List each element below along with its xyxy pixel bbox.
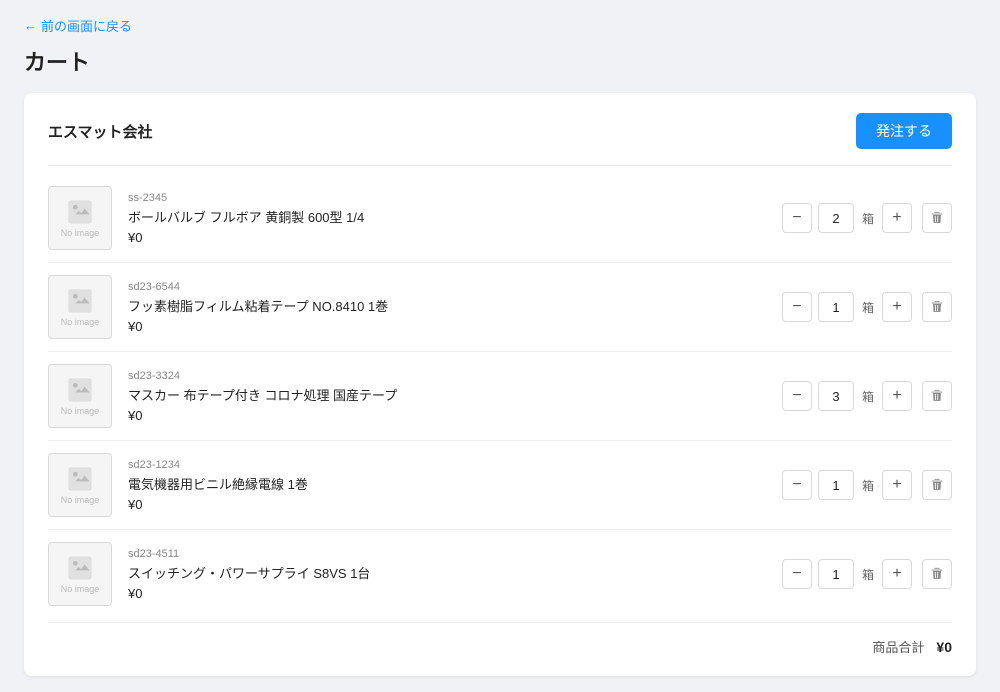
qty-unit: 箱	[862, 477, 874, 494]
qty-unit: 箱	[862, 210, 874, 227]
qty-increase-button[interactable]: +	[882, 381, 912, 411]
item-price: ¥0	[128, 586, 782, 601]
item-info: sd23-4511 スイッチング・パワーサプライ S8VS 1台 ¥0	[128, 548, 782, 601]
qty-unit: 箱	[862, 566, 874, 583]
delete-button[interactable]	[922, 470, 952, 500]
qty-decrease-button[interactable]: −	[782, 292, 812, 322]
item-sku: sd23-3324	[128, 370, 782, 382]
item-controls: − 1 箱 +	[782, 559, 952, 589]
qty-increase-button[interactable]: +	[882, 470, 912, 500]
item-price: ¥0	[128, 319, 782, 334]
delete-button[interactable]	[922, 292, 952, 322]
delete-button[interactable]	[922, 559, 952, 589]
image-placeholder-icon	[66, 376, 94, 404]
qty-increase-button[interactable]: +	[882, 292, 912, 322]
item-controls: − 1 箱 +	[782, 292, 952, 322]
trash-icon	[930, 567, 944, 581]
image-placeholder-icon	[66, 554, 94, 582]
item-name: フッ素樹脂フィルム粘着テープ NO.8410 1巻	[128, 296, 782, 315]
trash-icon	[930, 300, 944, 314]
qty-unit: 箱	[862, 388, 874, 405]
cart-item: No image sd23-1234 電気機器用ビニル絶縁電線 1巻 ¥0 − …	[48, 441, 952, 530]
trash-icon	[930, 211, 944, 225]
item-sku: sd23-4511	[128, 548, 782, 560]
back-arrow-icon: ←	[24, 18, 37, 33]
qty-value: 1	[818, 470, 854, 500]
qty-decrease-button[interactable]: −	[782, 203, 812, 233]
item-sku: sd23-6544	[128, 281, 782, 293]
item-sku: ss-2345	[128, 192, 782, 204]
item-image: No image	[48, 186, 112, 250]
item-controls: − 1 箱 +	[782, 470, 952, 500]
card-header: エスマット会社 発注する	[48, 113, 952, 149]
item-name: 電気機器用ビニル絶縁電線 1巻	[128, 474, 782, 493]
no-image-label: No image	[61, 495, 100, 505]
item-info: sd23-1234 電気機器用ビニル絶縁電線 1巻 ¥0	[128, 459, 782, 512]
image-placeholder-icon	[66, 465, 94, 493]
item-price: ¥0	[128, 408, 782, 423]
header-divider	[48, 165, 952, 166]
total-label: 商品合計	[872, 637, 924, 656]
image-placeholder-icon	[66, 198, 94, 226]
item-controls: − 2 箱 +	[782, 203, 952, 233]
qty-decrease-button[interactable]: −	[782, 470, 812, 500]
qty-value: 1	[818, 559, 854, 589]
item-name: マスカー 布テープ付き コロナ処理 国産テープ	[128, 385, 782, 404]
delete-button[interactable]	[922, 381, 952, 411]
item-name: スイッチング・パワーサプライ S8VS 1台	[128, 563, 782, 582]
trash-icon	[930, 389, 944, 403]
no-image-label: No image	[61, 584, 100, 594]
page-title: カート	[24, 45, 976, 77]
image-placeholder-icon	[66, 287, 94, 315]
item-price: ¥0	[128, 497, 782, 512]
qty-value: 3	[818, 381, 854, 411]
back-link-label: 前の画面に戻る	[41, 16, 132, 35]
item-info: sd23-3324 マスカー 布テープ付き コロナ処理 国産テープ ¥0	[128, 370, 782, 423]
item-image: No image	[48, 453, 112, 517]
qty-value: 1	[818, 292, 854, 322]
item-image: No image	[48, 275, 112, 339]
cart-item: No image sd23-4511 スイッチング・パワーサプライ S8VS 1…	[48, 530, 952, 618]
qty-decrease-button[interactable]: −	[782, 559, 812, 589]
item-sku: sd23-1234	[128, 459, 782, 471]
delete-button[interactable]	[922, 203, 952, 233]
qty-value: 2	[818, 203, 854, 233]
cart-card: エスマット会社 発注する No image ss-2345 ボールバルブ フルボ…	[24, 93, 976, 676]
qty-increase-button[interactable]: +	[882, 203, 912, 233]
cart-items-list: No image ss-2345 ボールバルブ フルボア 黄銅製 600型 1/…	[48, 174, 952, 618]
cart-item: No image sd23-6544 フッ素樹脂フィルム粘着テープ NO.841…	[48, 263, 952, 352]
item-info: sd23-6544 フッ素樹脂フィルム粘着テープ NO.8410 1巻 ¥0	[128, 281, 782, 334]
no-image-label: No image	[61, 228, 100, 238]
cart-item: No image sd23-3324 マスカー 布テープ付き コロナ処理 国産テ…	[48, 352, 952, 441]
qty-unit: 箱	[862, 299, 874, 316]
qty-increase-button[interactable]: +	[882, 559, 912, 589]
item-name: ボールバルブ フルボア 黄銅製 600型 1/4	[128, 207, 782, 226]
trash-icon	[930, 478, 944, 492]
item-info: ss-2345 ボールバルブ フルボア 黄銅製 600型 1/4 ¥0	[128, 192, 782, 245]
no-image-label: No image	[61, 406, 100, 416]
cart-footer: 商品合計 ¥0	[48, 622, 952, 656]
qty-decrease-button[interactable]: −	[782, 381, 812, 411]
cart-item: No image ss-2345 ボールバルブ フルボア 黄銅製 600型 1/…	[48, 174, 952, 263]
back-link[interactable]: ← 前の画面に戻る	[24, 16, 132, 35]
item-controls: − 3 箱 +	[782, 381, 952, 411]
no-image-label: No image	[61, 317, 100, 327]
order-button[interactable]: 発注する	[856, 113, 952, 149]
total-value: ¥0	[936, 639, 952, 655]
item-image: No image	[48, 364, 112, 428]
company-name: エスマット会社	[48, 121, 153, 142]
item-price: ¥0	[128, 230, 782, 245]
